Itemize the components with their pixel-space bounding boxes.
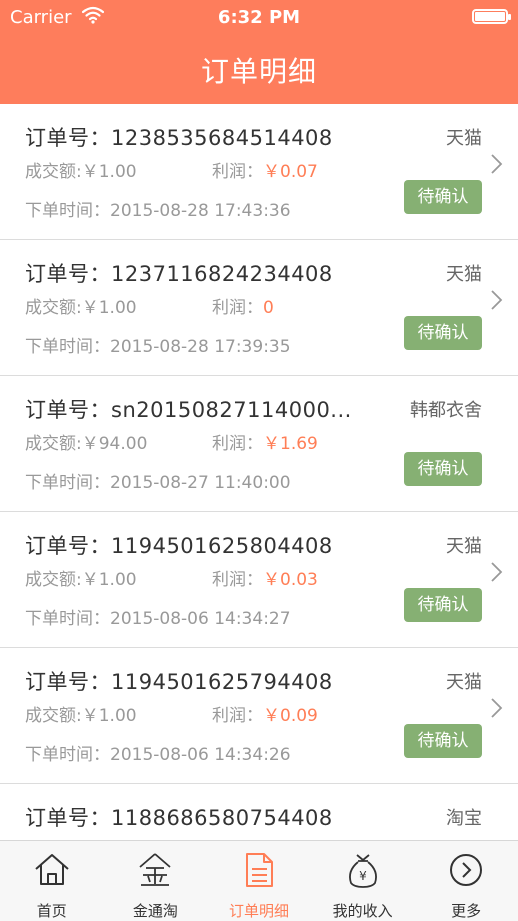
svg-text:¥: ¥ (359, 869, 367, 883)
header: Carrier 6:32 PM 订单明细 (0, 0, 518, 104)
tab-gold[interactable]: 金通淘 (104, 841, 208, 921)
status-badge: 待确认 (404, 180, 482, 214)
order-amount: 成交额:￥1.00 (25, 162, 137, 182)
status-badge: 待确认 (404, 452, 482, 486)
order-time: 下单时间：2015-08-06 14:34:27 (25, 609, 291, 629)
tab-more-circle[interactable]: 更多 (414, 841, 518, 921)
order-time: 下单时间：2015-08-27 11:40:00 (25, 473, 291, 493)
profit-label: 利润： (212, 570, 263, 590)
chevron-right-icon (491, 562, 503, 582)
document-icon (245, 853, 273, 887)
profit-value: 0 (263, 298, 274, 318)
order-list[interactable]: 订单号：1238535684514408 天猫 成交额:￥1.00 利润：￥0.07 下… (0, 104, 518, 840)
money-bag-icon: ¥ (348, 854, 377, 888)
tab-label: 我的收入 (332, 902, 393, 920)
order-row[interactable]: 订单号：sn20150827114000... 韩都衣舍成交额:￥94.00 利润：… (0, 376, 518, 512)
order-number: 订单号：1194501625794408 (25, 670, 333, 694)
chevron-right-icon (491, 154, 503, 174)
home-icon (35, 854, 69, 885)
status-badge: 待确认 (404, 316, 482, 350)
order-amount: 成交额:￥94.00 (25, 434, 148, 454)
order-profit: 利润：￥0.09 (212, 701, 318, 726)
order-row[interactable]: 订单号：1194501625804408 天猫成交额:￥1.00 利润：￥0.03 下… (0, 512, 518, 648)
order-amount: 成交额:￥1.00 (25, 570, 137, 590)
tab-label: 金通淘 (132, 902, 178, 920)
tab-document[interactable]: 订单明细 (207, 841, 311, 921)
shop-name: 韩都衣舍 (410, 400, 482, 421)
order-row[interactable]: 订单号：1194501625794408 天猫成交额:￥1.00 利润：￥0.09 下… (0, 648, 518, 784)
profit-value: ￥1.69 (263, 434, 318, 454)
chevron-right-icon (491, 698, 503, 718)
order-number: 订单号：1237116824234408 (25, 262, 333, 286)
shop-name: 天猫 (446, 672, 482, 693)
page-title: 订单明细 (200, 55, 317, 88)
profit-label: 利润： (212, 162, 263, 182)
tab-home[interactable]: 首页 (0, 841, 104, 921)
order-amount: 成交额:￥1.00 (25, 298, 137, 318)
order-profit: 利润：0 (212, 293, 274, 318)
battery-icon (472, 9, 511, 24)
tab-bar: 首页 金通淘 订单明细 ¥ 我的收入 更多 (0, 840, 518, 921)
order-number: 订单号：sn20150827114000... (25, 398, 352, 422)
status-badge: 待确认 (404, 588, 482, 622)
order-number: 订单号：1194501625804408 (25, 534, 333, 558)
order-time: 下单时间：2015-08-28 17:39:35 (25, 337, 291, 357)
shop-name: 天猫 (446, 264, 482, 285)
chevron-right-icon (491, 290, 503, 310)
shop-name: 淘宝 (446, 808, 482, 829)
profit-label: 利润： (212, 706, 263, 726)
status-time: 6:32 PM (217, 7, 301, 28)
order-time: 下单时间：2015-08-06 14:34:26 (25, 745, 291, 765)
profit-label: 利润： (212, 298, 263, 318)
order-number: 订单号：1188686580754408 (25, 806, 333, 830)
order-row[interactable]: 订单号：1237116824234408 天猫成交额:￥1.00 利润：0 下单时间：… (0, 240, 518, 376)
gold-icon (139, 853, 171, 886)
order-profit: 利润：￥0.07 (212, 157, 318, 182)
order-profit: 利润：￥0.03 (212, 565, 318, 590)
tab-label: 更多 (451, 902, 482, 920)
shop-name: 天猫 (446, 536, 482, 557)
tab-label: 首页 (36, 902, 67, 920)
profit-label: 利润： (212, 434, 263, 454)
tab-money-bag[interactable]: ¥ 我的收入 (311, 841, 415, 921)
order-profit: 利润：￥1.69 (212, 429, 318, 454)
more-circle-icon (450, 854, 483, 886)
status-bar: Carrier 6:32 PM (0, 0, 518, 34)
order-amount: 成交额:￥1.00 (25, 706, 137, 726)
status-badge: 待确认 (404, 724, 482, 758)
order-row[interactable]: 订单号：1238535684514408 天猫成交额:￥1.00 利润：￥0.07 下… (0, 104, 518, 240)
profit-value: ￥0.07 (263, 162, 318, 182)
profit-value: ￥0.09 (263, 706, 318, 726)
order-time: 下单时间：2015-08-28 17:43:36 (25, 201, 291, 221)
profit-value: ￥0.03 (263, 570, 318, 590)
order-number: 订单号：1238535684514408 (25, 126, 333, 150)
tab-label: 订单明细 (228, 902, 289, 920)
shop-name: 天猫 (446, 128, 482, 149)
order-row[interactable]: 订单号：1188686580754408 淘宝 (0, 784, 518, 840)
